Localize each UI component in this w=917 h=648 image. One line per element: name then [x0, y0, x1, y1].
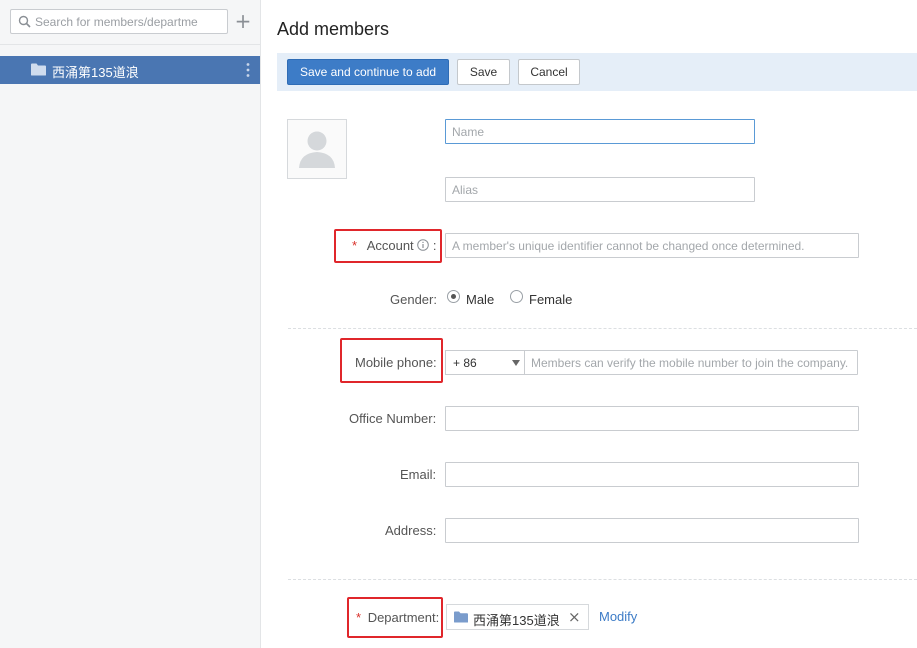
account-label: * Account : — [352, 238, 437, 253]
alias-field[interactable] — [445, 177, 755, 202]
gender-female-label[interactable]: Female — [529, 292, 572, 307]
address-input[interactable] — [446, 519, 858, 542]
info-icon[interactable] — [417, 239, 430, 251]
alias-input[interactable] — [446, 178, 754, 201]
gender-male-label[interactable]: Male — [466, 292, 494, 307]
user-placeholder-icon — [299, 131, 335, 168]
mobile-field[interactable] — [524, 350, 858, 375]
sidebar-item-label: 西涌第135道浪 — [52, 65, 139, 80]
office-number-label: Office Number: — [349, 411, 437, 426]
cancel-button[interactable]: Cancel — [518, 59, 580, 85]
department-tag: 西涌第135道浪 × — [446, 604, 589, 630]
gender-male-radio[interactable] — [447, 290, 460, 303]
department-label-text: Department: — [367, 610, 440, 625]
sidebar-item-department[interactable]: 西涌第135道浪 — [0, 56, 260, 84]
search-icon — [18, 15, 31, 28]
avatar-upload[interactable] — [287, 119, 347, 179]
mobile-input[interactable] — [525, 351, 857, 374]
required-mark: * — [356, 610, 362, 625]
country-code-select[interactable]: + 86 — [445, 350, 525, 375]
account-input[interactable] — [446, 234, 858, 257]
chevron-down-icon — [512, 360, 520, 366]
email-input[interactable] — [446, 463, 858, 486]
save-button[interactable]: Save — [457, 59, 510, 85]
account-field[interactable] — [445, 233, 859, 258]
close-icon[interactable]: × — [568, 608, 581, 626]
folder-icon — [454, 611, 468, 623]
modify-department-link[interactable]: Modify — [599, 609, 637, 624]
department-tag-label: 西涌第135道浪 — [473, 613, 560, 628]
address-field[interactable] — [445, 518, 859, 543]
account-label-text: Account — [366, 238, 414, 253]
account-colon: : — [432, 238, 437, 253]
name-input[interactable] — [446, 120, 754, 143]
folder-icon — [31, 63, 46, 76]
more-options-icon[interactable] — [246, 62, 250, 78]
address-label: Address: — [385, 523, 437, 538]
country-code-value: + 86 — [453, 356, 477, 370]
toolbar: Save and continue to add Save Cancel — [277, 53, 917, 91]
search-input[interactable] — [35, 12, 223, 31]
office-number-input[interactable] — [446, 407, 858, 430]
email-field[interactable] — [445, 462, 859, 487]
add-department-button[interactable]: + — [234, 11, 252, 31]
section-divider — [288, 328, 917, 329]
sidebar: + 西涌第135道浪 — [0, 0, 261, 648]
page-title: Add members — [277, 19, 390, 39]
required-mark: * — [352, 238, 358, 253]
search-box[interactable] — [10, 9, 228, 34]
name-field[interactable] — [445, 119, 755, 144]
section-divider — [288, 579, 917, 580]
save-and-continue-button[interactable]: Save and continue to add — [287, 59, 449, 85]
sidebar-divider — [0, 44, 260, 45]
mobile-label: Mobile phone: — [355, 355, 437, 370]
email-label: Email: — [400, 467, 437, 482]
gender-female-radio[interactable] — [510, 290, 523, 303]
department-label: * Department: — [356, 610, 439, 625]
gender-label: Gender: — [390, 292, 437, 307]
office-number-field[interactable] — [445, 406, 859, 431]
